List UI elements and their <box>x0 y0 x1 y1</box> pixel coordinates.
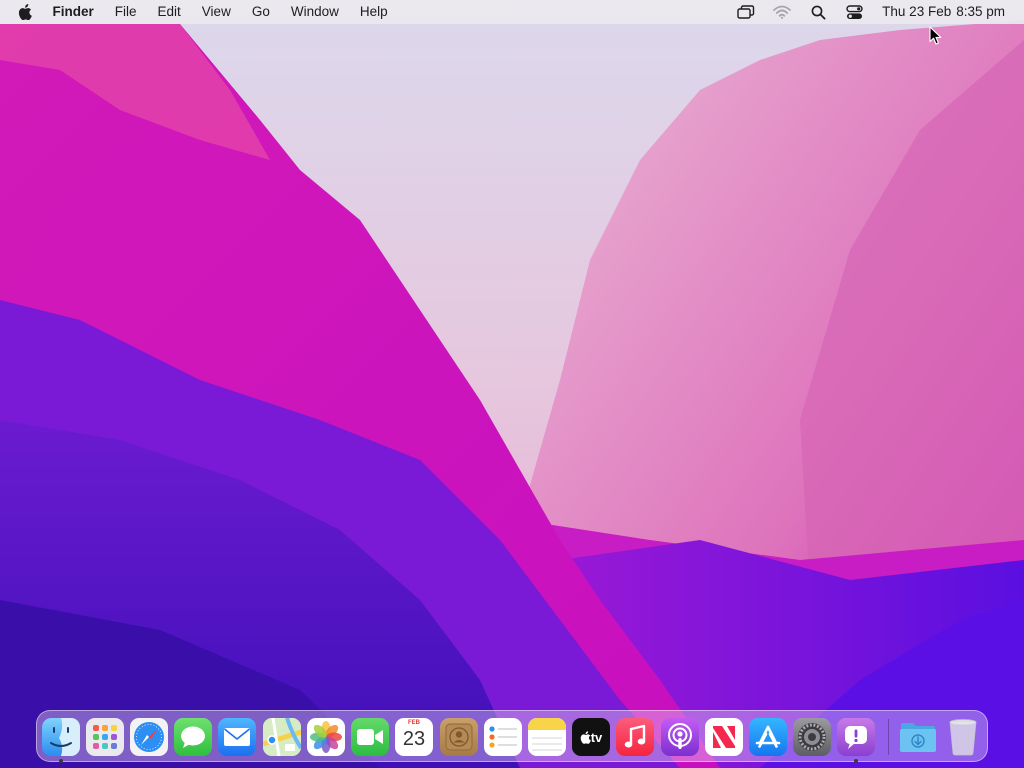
desktop-wallpaper <box>0 0 1024 768</box>
messages-icon[interactable] <box>174 718 212 756</box>
app-menu-finder[interactable]: Finder <box>42 0 104 24</box>
calendar-month: FEB <box>408 720 420 726</box>
menu-file[interactable]: File <box>104 0 147 24</box>
reminders-icon[interactable] <box>484 718 522 756</box>
menubar-clock[interactable]: Thu 23 Feb 8:35 pm <box>872 0 1024 24</box>
menu-view[interactable]: View <box>191 0 241 24</box>
app-store-icon[interactable] <box>749 718 787 756</box>
news-icon[interactable] <box>705 718 743 756</box>
apple-tv-icon[interactable]: tv <box>572 718 610 756</box>
mouse-cursor-icon <box>929 26 943 46</box>
photos-icon[interactable] <box>307 718 345 756</box>
apple-menu-icon[interactable] <box>0 0 42 24</box>
dock: FEB 23 tv <box>36 710 988 763</box>
calendar-icon[interactable]: FEB 23 <box>395 718 433 756</box>
wifi-icon[interactable] <box>770 0 794 24</box>
finder-running-indicator <box>59 759 63 763</box>
menu-help[interactable]: Help <box>349 0 398 24</box>
control-center-icon[interactable] <box>842 0 866 24</box>
clock-date: Thu 23 Feb <box>882 4 952 19</box>
dock-separator <box>888 719 889 755</box>
notes-icon[interactable] <box>528 718 566 756</box>
menu-bar: Finder File Edit View Go Window Help Thu… <box>0 0 1024 24</box>
spotlight-search-icon[interactable] <box>806 0 830 24</box>
facetime-icon[interactable] <box>351 718 389 756</box>
menu-go[interactable]: Go <box>241 0 280 24</box>
clock-time: 8:35 pm <box>956 4 1005 19</box>
mail-icon[interactable] <box>218 718 256 756</box>
menu-window[interactable]: Window <box>280 0 349 24</box>
music-icon[interactable] <box>616 718 654 756</box>
system-settings-icon[interactable] <box>793 718 831 756</box>
trash-icon[interactable] <box>944 718 982 756</box>
contacts-icon[interactable] <box>440 718 478 756</box>
downloads-folder-icon[interactable] <box>899 718 937 756</box>
maps-icon[interactable] <box>263 718 301 756</box>
podcasts-icon[interactable] <box>661 718 699 756</box>
menu-edit[interactable]: Edit <box>147 0 191 24</box>
safari-icon[interactable] <box>130 718 168 756</box>
tv-label: tv <box>590 729 603 745</box>
feedback-assistant-icon[interactable] <box>837 718 875 756</box>
feedback-assistant-running-indicator <box>854 759 858 763</box>
launchpad-icon[interactable] <box>86 718 124 756</box>
screen-mirroring-icon[interactable] <box>734 0 758 24</box>
finder-icon[interactable] <box>42 718 80 756</box>
calendar-day: 23 <box>402 728 426 750</box>
